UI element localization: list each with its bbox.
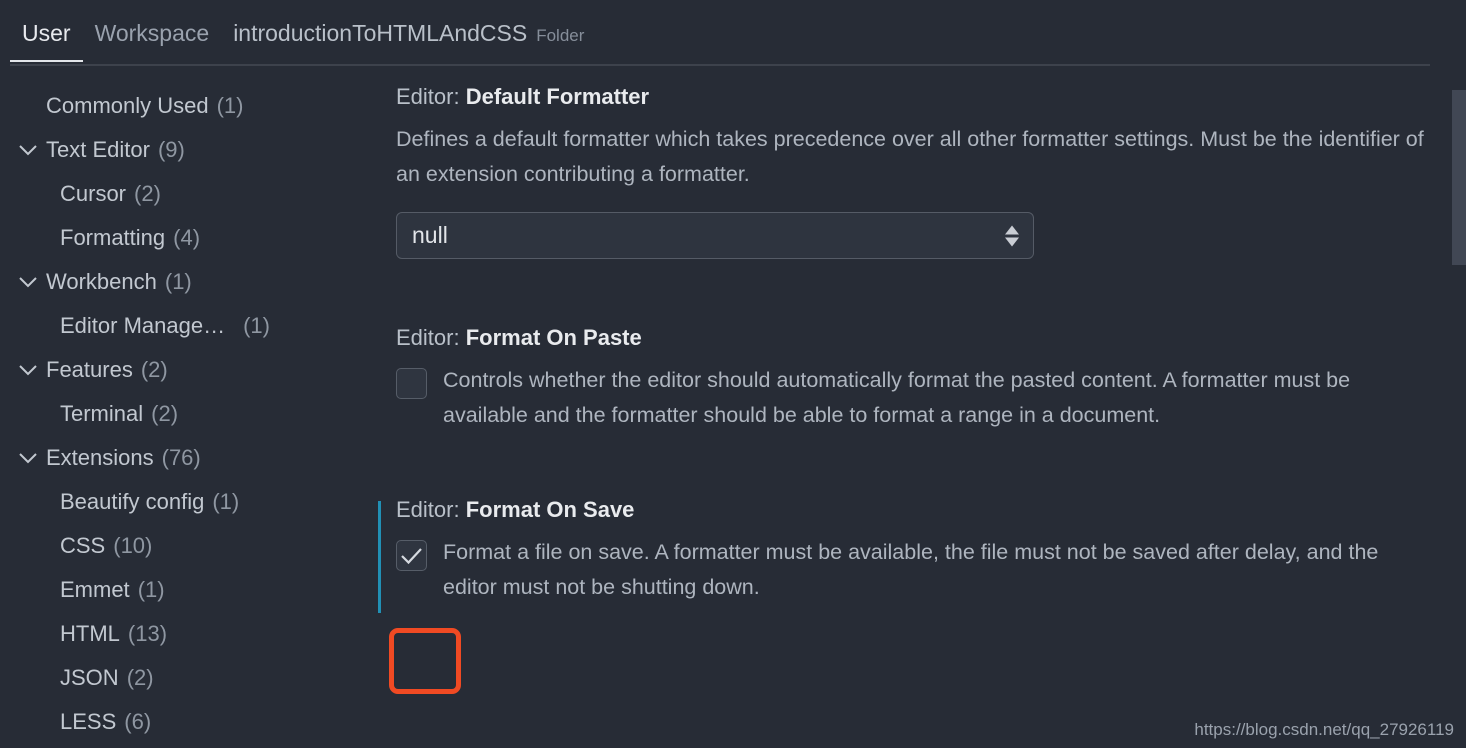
sidebar-item-count: (1) — [243, 313, 270, 338]
setting-description: Controls whether the editor should autom… — [443, 368, 1351, 427]
sidebar-item-count: (4) — [173, 225, 201, 250]
sidebar-item-count: (2) — [140, 357, 168, 382]
sidebar-item-formatting[interactable]: Formatting (4) — [0, 216, 378, 260]
sidebar-item-css[interactable]: CSS (10) — [0, 524, 378, 568]
setting-checkbox-row: Format a file on save. A formatter must … — [396, 535, 1426, 605]
tab-workspace[interactable]: Workspace — [83, 18, 222, 62]
sidebar-item-count: (1) — [137, 577, 165, 602]
scrollbar-thumb[interactable] — [1452, 90, 1466, 265]
tab-folder-label: introductionToHTMLAndCSS — [233, 20, 528, 46]
tab-folder-sublabel: Folder — [536, 26, 585, 45]
sidebar-item-label: CSS — [60, 533, 106, 558]
settings-tab-bar: User Workspace introductionToHTMLAndCSS … — [0, 0, 1466, 66]
sidebar-item-html[interactable]: HTML (13) — [0, 612, 378, 656]
setting-title-prefix: Editor: — [396, 84, 466, 109]
tab-folder[interactable]: introductionToHTMLAndCSS Folder — [221, 18, 596, 65]
format-on-save-checkbox[interactable] — [396, 540, 427, 571]
sidebar-item-label: JSON — [60, 665, 119, 690]
setting-title-prefix: Editor: — [396, 325, 466, 350]
sidebar-item-label: Terminal — [60, 401, 144, 426]
sidebar-item-count: (2) — [151, 401, 179, 426]
settings-tree: Commonly Used (1) Text Editor (9) Cursor… — [0, 66, 378, 748]
default-formatter-value: null — [412, 222, 448, 248]
tab-user-label: User — [22, 20, 71, 46]
sidebar-item-emmet[interactable]: Emmet (1) — [0, 568, 378, 612]
sidebar-item-count: (2) — [126, 665, 154, 690]
sidebar-item-count: (9) — [157, 137, 185, 162]
sidebar-item-beautify-config[interactable]: Beautify config (1) — [0, 480, 378, 524]
settings-scrollbar[interactable] — [1452, 66, 1466, 748]
sidebar-item-label: Emmet — [60, 577, 130, 602]
default-formatter-select[interactable]: null — [396, 212, 1034, 259]
setting-title-prefix: Editor: — [396, 497, 466, 522]
setting-editor-default-formatter: Editor: Default Formatter Defines a defa… — [378, 80, 1466, 259]
setting-title-name: Format On Save — [465, 497, 635, 522]
sidebar-item-label: LESS — [60, 709, 117, 734]
sidebar-item-label: Extensions — [46, 445, 154, 470]
format-on-paste-checkbox[interactable] — [396, 368, 427, 399]
setting-editor-format-on-paste: Editor: Format On Paste Controls whether… — [378, 321, 1466, 433]
sidebar-item-label: Commonly Used — [46, 93, 209, 118]
setting-title: Editor: Format On Save — [396, 493, 1426, 527]
sidebar-item-json[interactable]: JSON (2) — [0, 656, 378, 700]
sidebar-item-label: Text Editor — [46, 137, 150, 162]
setting-title-name: Default Formatter — [465, 84, 650, 109]
sidebar-item-label: Features — [46, 357, 133, 382]
setting-editor-format-on-save: Editor: Format On Save Format a file on … — [378, 493, 1466, 613]
setting-checkbox-row: Controls whether the editor should autom… — [396, 363, 1426, 433]
chevron-down-icon — [10, 364, 46, 377]
sidebar-item-count: (6) — [124, 709, 152, 734]
sidebar-item-label: Editor Manage… — [60, 313, 226, 338]
sidebar-item-count: (2) — [134, 181, 161, 206]
settings-body: Commonly Used (1) Text Editor (9) Cursor… — [0, 66, 1466, 748]
sidebar-item-workbench[interactable]: Workbench (1) — [0, 260, 378, 304]
sidebar-item-text-editor[interactable]: Text Editor (9) — [0, 128, 378, 172]
sidebar-item-less[interactable]: LESS (6) — [0, 700, 378, 744]
sidebar-item-count: (13) — [127, 621, 168, 646]
sidebar-item-label: HTML — [60, 621, 120, 646]
sidebar-item-count: (10) — [113, 533, 153, 558]
sidebar-item-commonly-used[interactable]: Commonly Used (1) — [0, 84, 378, 128]
sidebar-item-terminal[interactable]: Terminal (2) — [0, 392, 378, 436]
setting-title-name: Format On Paste — [465, 325, 642, 350]
sidebar-item-extensions[interactable]: Extensions (76) — [0, 436, 378, 480]
setting-description: Defines a default formatter which takes … — [396, 127, 1424, 186]
settings-list: Editor: Default Formatter Defines a defa… — [378, 66, 1466, 748]
sidebar-item-cursor[interactable]: Cursor (2) — [0, 172, 378, 216]
chevron-updown-icon[interactable] — [1005, 225, 1019, 246]
checkmark-icon — [401, 547, 422, 564]
sidebar-item-editor-management[interactable]: Editor Manage… (1) — [0, 304, 378, 348]
chevron-down-icon — [10, 452, 46, 465]
sidebar-item-label: Workbench — [46, 269, 157, 294]
sidebar-item-features[interactable]: Features (2) — [0, 348, 378, 392]
setting-title: Editor: Default Formatter — [396, 80, 1426, 114]
setting-description: Format a file on save. A formatter must … — [443, 540, 1379, 599]
sidebar-item-label: Beautify config — [60, 489, 205, 514]
modified-setting-indicator — [378, 501, 381, 613]
sidebar-item-count: (1) — [164, 269, 192, 294]
sidebar-item-label: Formatting — [60, 225, 166, 250]
chevron-down-icon — [10, 144, 46, 157]
tab-workspace-label: Workspace — [94, 20, 210, 46]
sidebar-item-count: (1) — [212, 489, 240, 514]
sidebar-item-count: (76) — [161, 445, 201, 470]
sidebar-item-label: Cursor — [60, 181, 127, 206]
sidebar-item-count: (1) — [216, 93, 244, 118]
setting-title: Editor: Format On Paste — [396, 321, 1426, 355]
watermark-url: https://blog.csdn.net/qq_27926119 — [1194, 720, 1454, 739]
chevron-down-icon — [10, 276, 46, 289]
tab-user[interactable]: User — [10, 18, 83, 62]
